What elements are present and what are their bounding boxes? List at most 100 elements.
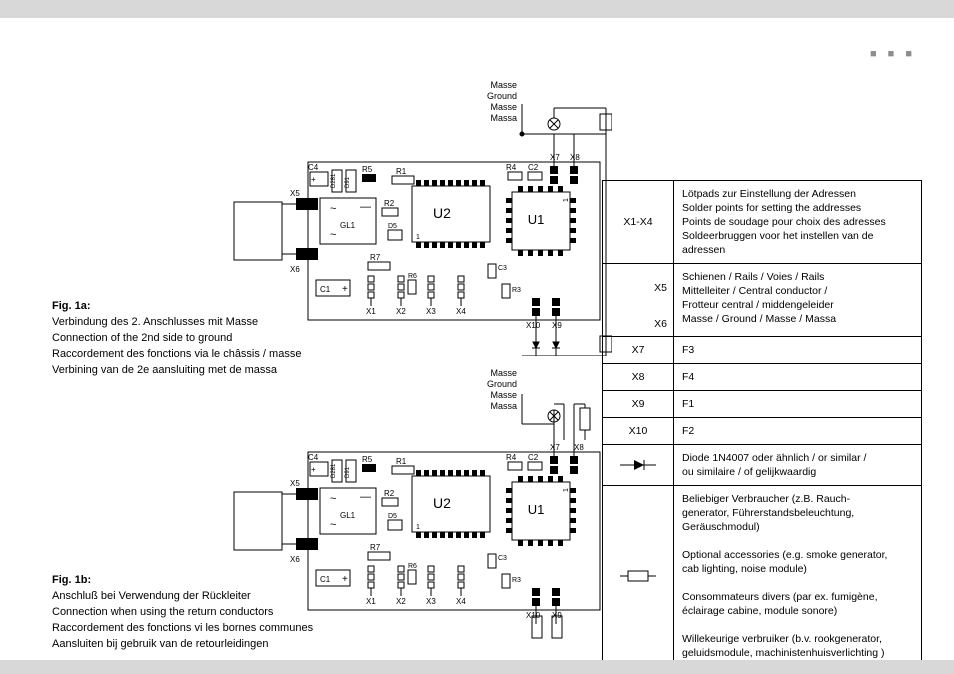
caption-1b: Fig. 1b: Anschluß bei Verwendung der Rüc… [52,572,313,652]
svg-text:+: + [311,465,316,474]
caption-line: Raccordement des fonctions vi les bornes… [52,622,313,634]
svg-text:1: 1 [416,524,420,531]
svg-text:C2: C2 [528,163,539,172]
legend-key: X9 [603,391,674,417]
svg-text:~: ~ [330,519,336,531]
svg-text:R2: R2 [384,199,395,208]
svg-text:~: ~ [330,229,336,241]
legend-row: X9F1 [603,391,921,418]
svg-text:GL1: GL1 [340,221,356,230]
svg-text:C4: C4 [308,453,319,462]
svg-text:X9: X9 [552,321,562,330]
legend-value: F2 [674,418,921,444]
svg-text:X10: X10 [526,321,541,330]
svg-text:R2: R2 [384,489,395,498]
svg-text:—: — [360,491,371,503]
svg-text:X2: X2 [396,307,406,316]
svg-text:X6: X6 [290,555,300,564]
svg-text:X4: X4 [456,307,466,316]
legend-key: X7 [603,337,674,363]
caption-line: Aansluiten bij gebruik van de retourleid… [52,638,268,650]
svg-text:C1: C1 [320,575,331,584]
svg-text:R5: R5 [362,455,373,464]
svg-text:—: — [360,201,371,213]
legend-key: X1-X4 [603,181,674,263]
svg-text:U1: U1 [528,502,545,517]
svg-text:~: ~ [330,493,336,505]
svg-text:R3: R3 [512,577,521,584]
svg-text:C4: C4 [308,163,319,172]
svg-text:X6: X6 [290,265,300,274]
content-area: Schienen Rails Voies Rails Masse Ground … [52,80,922,650]
svg-text:U1: U1 [528,212,545,227]
svg-text:R6: R6 [408,273,417,280]
svg-text:+: + [311,175,316,184]
svg-text:X7: X7 [550,153,560,162]
legend-value: Beliebiger Verbraucher (z.B. Rauch-gener… [674,486,921,666]
legend-row: Diode 1N4007 oder ähnlich / or similar /… [603,445,921,486]
svg-text:D281: D281 [331,463,337,478]
top-bar [0,0,954,18]
svg-text:R5: R5 [362,165,373,174]
legend-row: X10F2 [603,418,921,445]
diode-icon [618,458,658,472]
svg-text:R7: R7 [370,253,381,262]
svg-text:X8: X8 [570,153,580,162]
legend-value: F1 [674,391,921,417]
svg-text:C1: C1 [320,285,331,294]
legend-key [603,486,674,666]
legend-row: X1-X4Lötpads zur Einstellung der Adresse… [603,181,921,264]
svg-text:1: 1 [563,198,570,202]
svg-text:X3: X3 [426,307,436,316]
legend-value: F4 [674,364,921,390]
svg-text:X8: X8 [574,443,584,452]
svg-text:~: ~ [330,203,336,215]
svg-text:X5: X5 [290,479,300,488]
left-column: Schienen Rails Voies Rails Masse Ground … [52,80,572,630]
legend-value: Lötpads zur Einstellung der AdressenSold… [674,181,921,263]
svg-text:R6: R6 [408,563,417,570]
svg-text:X1: X1 [366,597,376,606]
legend-table: X1-X4Lötpads zur Einstellung der Adresse… [602,180,922,667]
svg-text:C2: C2 [528,453,539,462]
legend-row: X8F4 [603,364,921,391]
svg-text:R4: R4 [506,453,517,462]
legend-key [603,445,674,485]
legend-row: X5X6Schienen / Rails / Voies / RailsMitt… [603,264,921,337]
svg-text:1: 1 [563,488,570,492]
svg-text:U2: U2 [433,495,451,511]
legend-key: X5X6 [603,264,674,336]
legend-key: X10 [603,418,674,444]
document-page: ■ ■ ■ Schienen Rails Voies Rails Masse G… [0,0,954,674]
legend-key: X8 [603,364,674,390]
legend-value: F3 [674,337,921,363]
legend-row: X7F3 [603,337,921,364]
bottom-bar [0,660,954,674]
svg-text:C3: C3 [498,555,507,562]
svg-text:D281: D281 [331,173,337,188]
svg-text:D91: D91 [345,176,351,188]
svg-text:U2: U2 [433,205,451,221]
legend-value: Schienen / Rails / Voies / RailsMittelle… [674,264,921,336]
svg-text:X4: X4 [456,597,466,606]
caption-line: Connection when using the return conduct… [52,606,273,618]
legend-row: Beliebiger Verbraucher (z.B. Rauch-gener… [603,486,921,666]
svg-text:X3: X3 [426,597,436,606]
fig-1a-title: Fig. 1a: [52,300,91,312]
resistor-icon [618,569,658,583]
fig-1b-title: Fig. 1b: [52,574,91,586]
caption-line: Connection of the 2nd side to ground [52,332,232,344]
corner-marks: ■ ■ ■ [870,48,916,60]
caption-line: Raccordement des fonctions via le châssi… [52,348,301,360]
caption-1a: Fig. 1a: Verbindung des 2. Anschlusses m… [52,298,301,378]
svg-text:R3: R3 [512,287,521,294]
svg-text:X2: X2 [396,597,406,606]
svg-text:D5: D5 [388,223,397,230]
svg-text:X1: X1 [366,307,376,316]
svg-text:R1: R1 [396,167,407,176]
legend-value: Diode 1N4007 oder ähnlich / or similar /… [674,445,921,485]
svg-text:R7: R7 [370,543,381,552]
svg-text:D5: D5 [388,513,397,520]
svg-text:X5: X5 [290,189,300,198]
svg-text:R1: R1 [396,457,407,466]
